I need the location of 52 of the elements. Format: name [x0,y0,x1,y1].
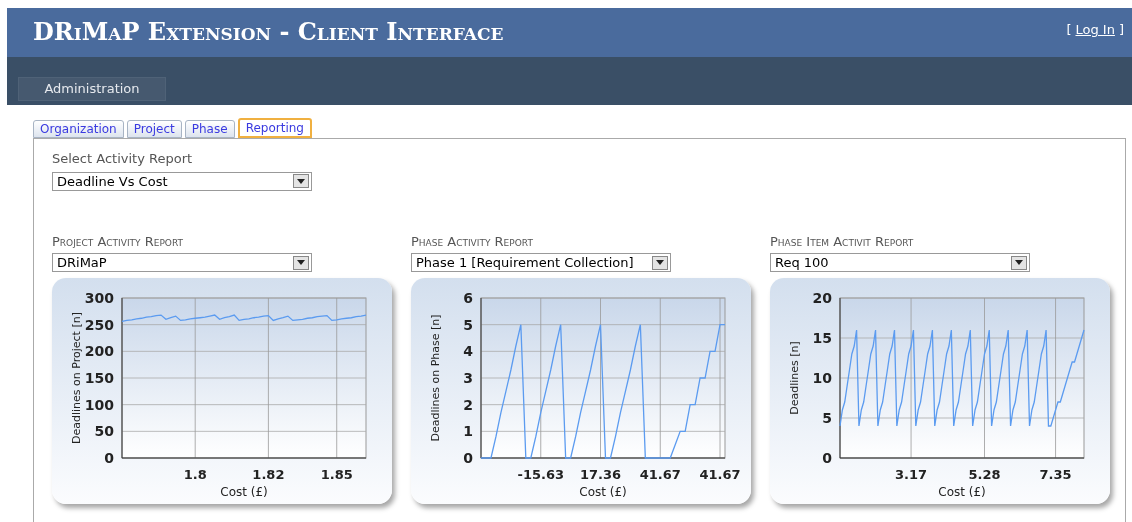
field-label: Phase Activity Report [411,232,534,251]
tab[interactable]: Reporting [237,118,312,138]
y-tick-label: 2 [463,396,473,413]
y-tick-label: 20 [812,290,832,306]
field-label: Phase Item Activit Report [770,232,915,251]
x-axis-title: Cost (£) [579,485,627,499]
y-tick-label: 1 [463,423,473,440]
y-tick-label: 50 [94,423,114,440]
y-tick-label: 6 [463,290,473,306]
login-link[interactable]: Log In [1075,20,1115,40]
y-axis-title: Deadlines [n] [788,341,801,415]
dropdown[interactable]: Deadline Vs Cost [52,171,312,191]
x-tick-label: 5.28 [968,467,1001,482]
x-tick-label: 1.8 [183,467,207,482]
x-tick-label: 17.36 [579,467,622,482]
x-axis-title: Cost (£) [220,485,268,499]
x-tick-label: -15.63 [517,467,564,482]
dropdown[interactable]: Req 100 [770,253,1030,272]
tab[interactable]: Organization [33,120,124,138]
x-tick-label: 41.67 [639,467,681,482]
field-label: Project Activity Report [52,232,185,251]
y-tick-label: 150 [84,370,114,386]
y-tick-label: 3 [463,370,473,386]
tab[interactable]: Project [126,120,182,138]
y-axis-title: Deadlines on Project [n] [70,312,83,444]
dropdown[interactable]: DRiMaP [52,253,312,272]
y-tick-label: 4 [463,343,473,360]
field-label: Select Activity Report [52,150,194,168]
y-tick-label: 10 [812,370,832,386]
app-title: DRiMaP Extension - Client Interface [33,20,504,44]
y-tick-label: 15 [812,330,832,346]
bracket: ] [1118,21,1124,39]
y-tick-label: 200 [84,343,114,360]
x-tick-label: 1.85 [320,467,353,482]
y-tick-label: 5 [463,316,473,333]
dropdown[interactable]: Phase 1 [Requirement Collection] [411,253,671,272]
x-axis-title: Cost (£) [938,485,986,499]
x-tick-label: 3.17 [895,467,928,482]
y-tick-label: 0 [463,450,473,466]
y-tick-label: 300 [84,290,114,306]
y-tick-label: 100 [84,396,114,413]
tab[interactable]: Phase [184,120,235,138]
nav-item[interactable]: Administration [18,77,166,101]
x-tick-label: 7.35 [1039,467,1072,482]
y-tick-label: 0 [104,450,114,466]
bracket: [ [1066,21,1072,39]
y-tick-label: 5 [822,410,832,426]
x-tick-label: 41.67 [699,467,741,482]
y-tick-label: 0 [822,450,832,466]
y-axis-title: Deadlines on Phase [n] [429,314,442,442]
x-tick-label: 1.82 [252,467,285,482]
y-tick-label: 250 [84,316,114,333]
